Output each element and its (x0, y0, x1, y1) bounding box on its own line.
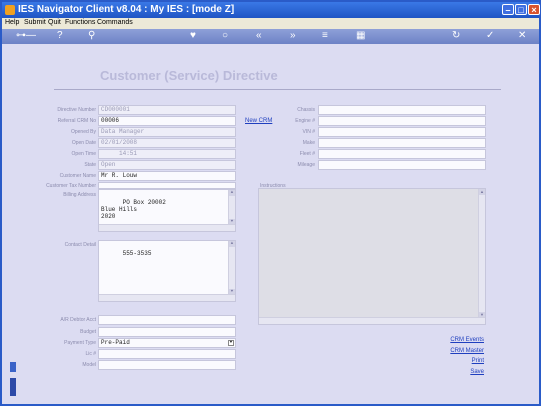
label-billing-address: Billing Address (63, 192, 96, 198)
scroll-up-icon[interactable]: ▲ (479, 189, 485, 195)
make-field[interactable] (318, 138, 486, 148)
label-referral-crm: Referral CRM No (57, 118, 96, 124)
menu-quit[interactable]: Quit (48, 19, 61, 26)
label-payment-type: Payment Type (64, 340, 96, 346)
page-title: Customer (Service) Directive (100, 68, 278, 83)
label-opened-by: Opened By (70, 129, 96, 135)
label-lic: Lic # (85, 351, 96, 357)
window-title: IES Navigator Client v8.04 : My IES : [m… (18, 4, 235, 15)
billing-address-field[interactable]: PO Box 20002 Blue Hills 2020 ▲ ▼ (98, 189, 236, 232)
billing-address-text: PO Box 20002 Blue Hills 2020 (101, 199, 166, 220)
label-mileage: Mileage (297, 162, 315, 168)
label-vin: VIN # (302, 129, 315, 135)
label-state: State (84, 162, 96, 168)
budget-field[interactable] (98, 327, 236, 337)
scrollbar[interactable]: ▲ ▼ (228, 241, 235, 301)
chevron-down-icon[interactable]: ▼ (228, 340, 234, 346)
key-icon[interactable]: ⊶— (16, 31, 36, 41)
refresh-icon[interactable]: ↻ (452, 31, 460, 41)
payment-type-select[interactable]: Pre-Paid ▼ (98, 338, 236, 348)
double-right-icon[interactable]: » (290, 31, 296, 41)
double-left-icon[interactable]: « (256, 31, 262, 41)
chassis-field[interactable] (318, 105, 486, 115)
heart-icon[interactable]: ♥ (190, 31, 196, 41)
label-customer-tax-number: Customer Tax Number (46, 183, 96, 189)
app-window: IES Navigator Client v8.04 : My IES : [m… (0, 0, 541, 406)
label-open-date: Open Date (71, 140, 96, 146)
divider (54, 89, 501, 90)
model-field[interactable] (98, 360, 236, 370)
customer-tax-number-field[interactable] (98, 182, 236, 189)
form-area: Customer (Service) Directive Directive N… (2, 44, 539, 404)
mileage-field[interactable] (318, 160, 486, 170)
scroll-up-icon[interactable]: ▲ (229, 241, 235, 247)
label-make: Make (302, 140, 315, 146)
customer-name-field[interactable]: Mr R. Louw (98, 171, 236, 181)
label-contact-detail: Contact Detail (64, 242, 96, 248)
vin-field[interactable] (318, 127, 486, 137)
close-icon[interactable]: ✕ (518, 31, 526, 41)
title-bar: IES Navigator Client v8.04 : My IES : [m… (2, 2, 540, 18)
new-crm-link[interactable]: New CRM (245, 118, 272, 124)
crm-master-link[interactable]: CRM Master (450, 348, 484, 354)
horizontal-scrollbar[interactable] (259, 317, 485, 324)
horizontal-scrollbar[interactable] (99, 294, 235, 301)
open-time-field: 14:51 (98, 149, 236, 159)
open-date-field: 02/01/2008 (98, 138, 236, 148)
contact-detail-field[interactable]: 555-3535 ▲ ▼ (98, 240, 236, 302)
list-icon[interactable]: ≡ (322, 31, 328, 41)
label-customer-name: Customer Name (59, 173, 96, 179)
scroll-up-icon[interactable]: ▲ (229, 190, 235, 196)
opened-by-field: Data Manager (98, 127, 236, 137)
print-link[interactable]: Print (472, 358, 484, 364)
label-ar-debtor-acct: A/R Debtor Acct (60, 317, 96, 323)
state-field: Open (98, 160, 236, 170)
grid-icon[interactable]: ▦ (356, 31, 365, 41)
ar-debtor-acct-field[interactable] (98, 315, 236, 325)
directive-number-field: CD000001 (98, 105, 236, 115)
horizontal-scrollbar[interactable] (99, 224, 235, 231)
label-engine: Engine # (295, 118, 315, 124)
crm-events-link[interactable]: CRM Events (450, 337, 484, 343)
label-fleet: Fleet # (299, 151, 315, 157)
scrollbar[interactable]: ▲ ▼ (478, 189, 485, 324)
menu-help[interactable]: Help (5, 19, 19, 26)
minimize-button[interactable]: – (502, 4, 514, 15)
label-directive-number: Directive Number (57, 107, 96, 113)
menu-submit[interactable]: Submit (24, 19, 46, 26)
instructions-textarea[interactable]: ▲ ▼ (258, 188, 486, 325)
label-open-time: Open Time (71, 151, 96, 157)
maximize-button[interactable]: □ (515, 4, 527, 15)
label-budget: Budget (80, 329, 96, 335)
engine-field[interactable] (318, 116, 486, 126)
close-window-button[interactable]: × (528, 4, 540, 15)
referral-crm-field[interactable]: 00006 (98, 116, 236, 126)
app-icon (5, 5, 15, 15)
fleet-field[interactable] (318, 149, 486, 159)
side-tab[interactable] (10, 378, 16, 396)
save-link[interactable]: Save (470, 369, 484, 375)
payment-type-value: Pre-Paid (101, 339, 130, 346)
menu-bar: Help Submit Quit Functions Commands (2, 18, 539, 29)
contact-detail-text: 555-3535 (122, 250, 152, 257)
lic-field[interactable] (98, 349, 236, 359)
help-icon[interactable]: ? (57, 31, 63, 41)
menu-commands[interactable]: Commands (97, 19, 133, 26)
menu-functions[interactable]: Functions (65, 19, 95, 26)
check-icon[interactable]: ✓ (486, 31, 494, 41)
search-icon[interactable]: ⚲ (88, 31, 95, 41)
label-chassis: Chassis (297, 107, 315, 113)
toolbar: ⊶— ? ⚲ ♥ ○ « » ≡ ▦ ↻ ✓ ✕ (2, 29, 539, 44)
circle-icon[interactable]: ○ (222, 31, 228, 41)
label-model: Model (82, 362, 96, 368)
side-tab[interactable] (10, 362, 16, 372)
